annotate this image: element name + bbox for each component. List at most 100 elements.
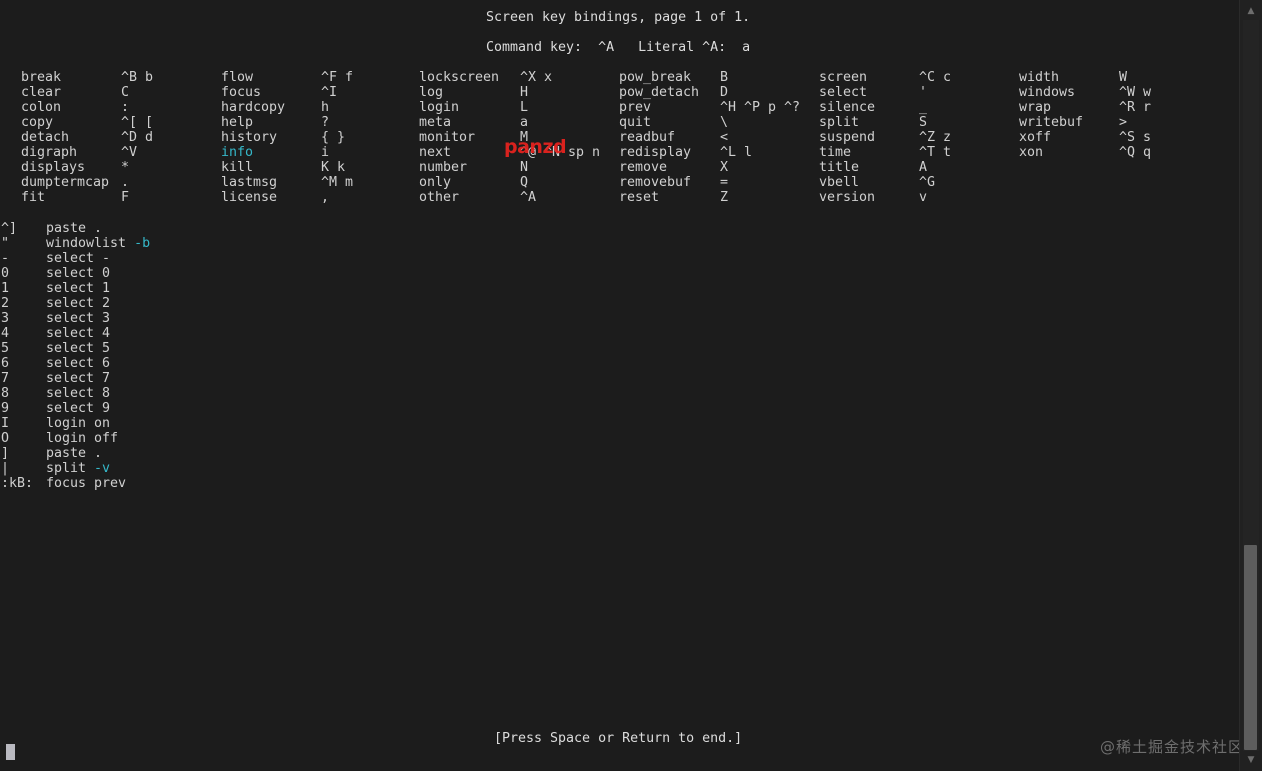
- binding-command-name: suspend: [819, 130, 876, 145]
- user-binding-command-text: windowlist: [46, 236, 135, 251]
- binding-keys: L: [520, 100, 529, 115]
- binding-keys: *: [121, 160, 130, 175]
- binding-command-name: number: [419, 160, 468, 175]
- binding-keys: .: [121, 175, 130, 190]
- binding-keys: ^L l: [720, 145, 753, 160]
- user-binding-key: 0: [1, 266, 10, 281]
- binding-command-name: next: [419, 145, 452, 160]
- binding-keys: i: [321, 145, 330, 160]
- text-cursor: [6, 744, 15, 760]
- binding-command-name: writebuf: [1019, 115, 1084, 130]
- user-binding-key: |: [1, 461, 10, 476]
- user-binding-command: select -: [46, 251, 110, 266]
- binding-command-name: time: [819, 145, 852, 160]
- binding-command-name: removebuf: [619, 175, 692, 190]
- binding-keys: ^V: [121, 145, 138, 160]
- user-binding-command: login off: [46, 431, 118, 446]
- user-binding-key: 7: [1, 371, 10, 386]
- binding-keys: ^[ [: [121, 115, 154, 130]
- binding-command-name: pow_break: [619, 70, 692, 85]
- binding-command-name: quit: [619, 115, 652, 130]
- binding-command-name: title: [819, 160, 860, 175]
- binding-keys: C: [121, 85, 130, 100]
- binding-keys: ^H ^P p ^?: [720, 100, 801, 115]
- screen-help-title: Screen key bindings, page 1 of 1.: [486, 10, 751, 25]
- binding-keys: ^Z z: [919, 130, 952, 145]
- binding-keys: ': [919, 85, 928, 100]
- binding-keys: ^M m: [321, 175, 354, 190]
- user-binding-command: select 0: [46, 266, 110, 281]
- binding-keys: h: [321, 100, 330, 115]
- binding-keys: ^T t: [919, 145, 952, 160]
- binding-keys: Q: [520, 175, 529, 190]
- binding-command-name: version: [819, 190, 876, 205]
- binding-keys: ^F f: [321, 70, 354, 85]
- binding-command-name: lastmsg: [221, 175, 278, 190]
- binding-keys: ^R r: [1119, 100, 1152, 115]
- user-binding-command-flag: -b: [134, 236, 151, 251]
- binding-keys: S: [919, 115, 928, 130]
- binding-command-name: remove: [619, 160, 668, 175]
- binding-command-name: clear: [21, 85, 62, 100]
- binding-keys: <: [720, 130, 729, 145]
- binding-command-name: dumptermcap: [21, 175, 110, 190]
- binding-command-name: monitor: [419, 130, 476, 145]
- scroll-down-arrow-icon[interactable]: ▼: [1240, 751, 1262, 769]
- binding-keys: ^I: [321, 85, 338, 100]
- binding-keys: M: [520, 130, 529, 145]
- user-binding-command: select 7: [46, 371, 110, 386]
- user-binding-key: 8: [1, 386, 10, 401]
- user-binding-key: 4: [1, 326, 10, 341]
- binding-command-name: windows: [1019, 85, 1076, 100]
- binding-keys: F: [121, 190, 130, 205]
- scroll-up-arrow-icon[interactable]: ▲: [1240, 2, 1262, 20]
- binding-command-name: split: [819, 115, 860, 130]
- user-binding-key: 2: [1, 296, 10, 311]
- binding-command-name: history: [221, 130, 278, 145]
- binding-command-name: vbell: [819, 175, 860, 190]
- user-binding-command-text: select 5: [46, 341, 111, 356]
- binding-keys: ,: [321, 190, 330, 205]
- binding-command-name: break: [21, 70, 62, 85]
- user-binding-key: 5: [1, 341, 10, 356]
- binding-keys: \: [720, 115, 729, 130]
- user-binding-key: ": [1, 236, 10, 251]
- binding-command-name: prev: [619, 100, 652, 115]
- binding-keys: ^W w: [1119, 85, 1152, 100]
- user-binding-key: 1: [1, 281, 10, 296]
- user-binding-command: select 4: [46, 326, 110, 341]
- binding-command-name: other: [419, 190, 460, 205]
- binding-keys: ^C c: [919, 70, 952, 85]
- binding-command-name: digraph: [21, 145, 78, 160]
- scrollbar-thumb[interactable]: [1244, 545, 1257, 750]
- binding-keys: :: [121, 100, 130, 115]
- binding-command-name: info: [221, 145, 254, 160]
- vertical-scrollbar[interactable]: ▲ ▼: [1239, 0, 1262, 771]
- user-binding-command-text: select 7: [46, 371, 111, 386]
- binding-keys: D: [720, 85, 729, 100]
- binding-command-name: detach: [21, 130, 70, 145]
- user-binding-command-text: paste .: [46, 221, 103, 236]
- user-binding-command-flag: -v: [94, 461, 111, 476]
- terminal-screen: Screen key bindings, page 1 of 1. Comman…: [0, 0, 1262, 771]
- user-binding-command-text: select 3: [46, 311, 111, 326]
- binding-keys: v: [919, 190, 928, 205]
- binding-keys: a: [520, 115, 529, 130]
- user-binding-command: select 9: [46, 401, 110, 416]
- binding-keys: H: [520, 85, 529, 100]
- binding-command-name: wrap: [1019, 100, 1052, 115]
- user-binding-command-text: paste .: [46, 446, 103, 461]
- binding-command-name: meta: [419, 115, 452, 130]
- user-binding-command-text: login on: [46, 416, 111, 431]
- binding-keys: N: [520, 160, 529, 175]
- binding-keys: ^@ ^N sp n: [520, 145, 601, 160]
- user-binding-command: paste .: [46, 446, 102, 461]
- binding-keys: ^Q q: [1119, 145, 1152, 160]
- user-binding-command: split -v: [46, 461, 110, 476]
- user-binding-command-text: select 1: [46, 281, 111, 296]
- user-binding-command-text: select 6: [46, 356, 111, 371]
- user-binding-command: select 3: [46, 311, 110, 326]
- user-binding-key: :kB:: [1, 476, 34, 491]
- binding-command-name: hardcopy: [221, 100, 286, 115]
- binding-command-name: xon: [1019, 145, 1044, 160]
